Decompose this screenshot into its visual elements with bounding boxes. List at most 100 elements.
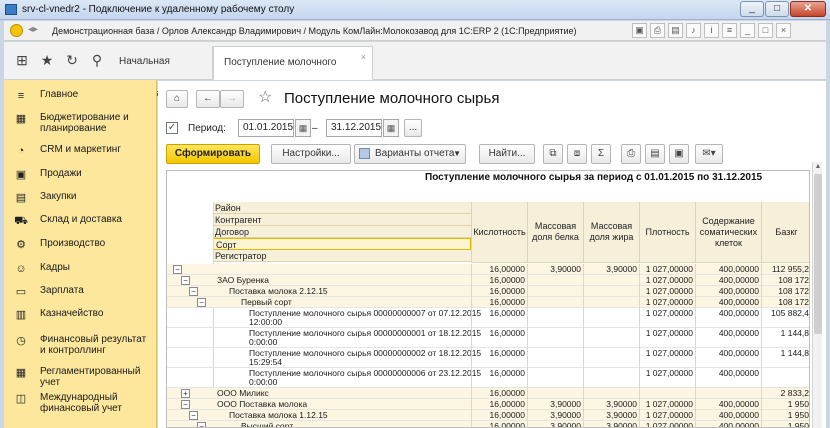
close-window-button[interactable]: ✕ — [790, 1, 826, 17]
period-select-button[interactable]: ... — [404, 119, 422, 137]
group-header[interactable]: Регистратор — [213, 250, 471, 262]
sidebar-item[interactable]: ◷ Финансовый результат и контроллинг — [4, 332, 156, 356]
save-icon[interactable]: ▣ — [632, 23, 647, 38]
table-row[interactable]: − ЗАО Буренка 16,00000 1 027,00000 400,00000… — [167, 275, 809, 285]
generate-button[interactable]: Сформировать — [166, 144, 260, 164]
column-header[interactable]: Массовая доля белка — [527, 202, 583, 263]
date-to-field[interactable]: 31.12.2015 — [326, 119, 382, 137]
dropdown-arrow-icon: ▼ — [453, 149, 461, 158]
tab-milk-intake[interactable]: Поступление молочного сырья × — [213, 46, 373, 100]
table-cell: 400,00000 — [718, 328, 759, 338]
back-button[interactable]: ← — [196, 90, 220, 108]
table-row[interactable]: − Поставка молока 2.12.15 16,00000 1 027,00… — [167, 286, 809, 296]
table-row[interactable]: − Высший сорт 16,00000 3,90000 3,90000 1 027,… — [167, 421, 809, 428]
table-row[interactable]: Поступление молочного сырья 00000000001 … — [167, 328, 809, 347]
favorites-star-icon[interactable]: ★ — [39, 52, 55, 68]
sidebar-item[interactable]: ▤ Закупки — [4, 189, 156, 211]
sidebar-item[interactable]: ⚙ Производство — [4, 236, 156, 258]
table-row[interactable]: − Первый сорт 16,00000 1 027,00000 400,00000… — [167, 297, 809, 307]
scroll-thumb[interactable] — [814, 174, 822, 334]
tab-home-page[interactable]: Начальная страница — [109, 46, 213, 99]
print-icon[interactable]: ⎙ — [650, 23, 665, 38]
scroll-up-icon[interactable]: ▲ — [813, 162, 823, 172]
save-icon[interactable]: ▣ — [669, 144, 689, 164]
minimize-button[interactable]: _ — [740, 1, 764, 17]
table-cell: 400,00000 — [718, 264, 759, 274]
tree-toggle-icon[interactable]: − — [181, 400, 190, 409]
group-header[interactable]: Договор — [213, 226, 471, 238]
column-header[interactable]: Массовая доля жира — [583, 202, 639, 263]
table-row[interactable]: Поступление молочного сырья 00000000002 … — [167, 348, 809, 367]
sidebar-item[interactable]: ▭ Зарплата — [4, 283, 156, 305]
restore-app-icon[interactable]: □ — [758, 23, 773, 38]
table-cell: 1 144,8 — [780, 328, 809, 338]
table-row[interactable]: Поступление молочного сырья 00000000006 … — [167, 368, 809, 387]
minimize-app-icon[interactable]: _ — [740, 23, 755, 38]
sidebar-item[interactable]: ☺ Кадры — [4, 260, 156, 282]
search-icon[interactable]: ⚲ — [89, 52, 105, 68]
staff-icon: ☺ — [15, 263, 27, 275]
tree-toggle-icon[interactable]: − — [197, 422, 206, 427]
sidebar-item[interactable]: ▦ Регламентированный учет — [4, 364, 156, 388]
home-button[interactable]: ⌂ — [166, 90, 188, 108]
find-button[interactable]: Найти... — [479, 144, 535, 164]
sidebar-item[interactable]: ▣ Продажи — [4, 166, 156, 188]
settings-button[interactable]: Настройки... — [271, 144, 351, 164]
table-cell: 400,00000 — [718, 297, 759, 307]
table-cell: 16,00000 — [489, 399, 525, 409]
maximize-button[interactable]: □ — [765, 1, 789, 17]
info-icon[interactable]: i — [704, 23, 719, 38]
tree-toggle-icon[interactable]: − — [173, 265, 182, 274]
tree-toggle-icon[interactable]: − — [189, 411, 198, 420]
tree-toggle-icon[interactable]: + — [181, 389, 190, 398]
sum-icon[interactable]: Σ — [591, 144, 611, 164]
group-header[interactable]: Сорт — [213, 238, 471, 250]
sidebar-item[interactable]: ≡ Главное — [4, 87, 156, 109]
table-row[interactable]: − 16,00000 3,90000 3,90000 1 027,00000 400,00… — [167, 264, 809, 274]
sales-icon: ▣ — [15, 169, 27, 181]
date-from-field[interactable]: 01.01.2015 — [238, 119, 294, 137]
sections-grid-icon[interactable]: ⊞ — [14, 52, 30, 68]
bell-icon[interactable]: ♪ — [686, 23, 701, 38]
table-cell: 1 027,00000 — [645, 421, 693, 428]
report-spreadsheet[interactable]: Поступление молочного сырья за период с … — [166, 170, 810, 428]
report-vertical-scrollbar[interactable]: ▲ — [812, 162, 822, 428]
column-header[interactable]: Кислотность — [471, 202, 527, 263]
sidebar-item[interactable]: ▥ Казначейство — [4, 306, 156, 328]
forward-button[interactable]: → — [220, 90, 244, 108]
group-header[interactable]: Район — [213, 202, 471, 214]
print-preview-icon[interactable]: ▤ — [645, 144, 665, 164]
tree-toggle-icon[interactable]: − — [197, 298, 206, 307]
table-row[interactable]: − ООО Поставка молока 16,00000 3,90000 3,900… — [167, 399, 809, 409]
column-header[interactable]: Плотность — [639, 202, 695, 263]
group-header[interactable]: Контрагент — [213, 214, 471, 226]
send-mail-icon[interactable]: ✉▾ — [695, 144, 723, 164]
app-nav-arrows-icon[interactable]: ◂▸ — [28, 24, 38, 35]
print-icon[interactable]: ⎙ — [621, 144, 641, 164]
report-variants-button[interactable]: Варианты отчета ▼ — [354, 144, 466, 164]
tree-toggle-icon[interactable]: − — [181, 276, 190, 285]
table-row[interactable]: + ООО Миликс 16,00000 2 833,2 — [167, 388, 809, 398]
sidebar-item[interactable]: ◔ CRM и маркетинг — [4, 142, 156, 164]
menu-icon[interactable]: ≡ — [722, 23, 737, 38]
calendar-from-icon[interactable]: ▦ — [295, 119, 311, 137]
close-app-icon[interactable]: × — [776, 23, 791, 38]
calendar-to-icon[interactable]: ▦ — [383, 119, 399, 137]
tab-close-icon[interactable]: × — [361, 41, 366, 73]
tree-toggle-icon[interactable]: − — [189, 287, 198, 296]
column-header[interactable]: Базкг — [761, 202, 809, 263]
table-row[interactable]: Поступление молочного сырья 00000000007 … — [167, 308, 809, 327]
sidebar-item[interactable]: ⛟ Склад и доставка — [4, 212, 156, 234]
sidebar-item[interactable]: ▦ Бюджетирование и планирование — [4, 110, 156, 134]
add-to-favorites-star-icon[interactable]: ☆ — [258, 87, 272, 107]
period-checkbox[interactable]: ✓ — [166, 122, 178, 134]
preview-icon[interactable]: ▤ — [668, 23, 683, 38]
column-header[interactable]: Содержание соматических клеток — [695, 202, 761, 263]
sidebar-item[interactable]: ◫ Международный финансовый учет — [4, 390, 156, 414]
table-row[interactable]: − Поставка молока 1.12.15 16,00000 3,90000 3… — [167, 410, 809, 420]
paste-icon[interactable]: ⧈ — [567, 144, 587, 164]
history-icon[interactable]: ↻ — [64, 52, 80, 68]
table-cell: 1 027,00000 — [645, 410, 693, 420]
row-label: ООО Миликс — [217, 388, 269, 398]
copy-icon[interactable]: ⧉ — [543, 144, 563, 164]
